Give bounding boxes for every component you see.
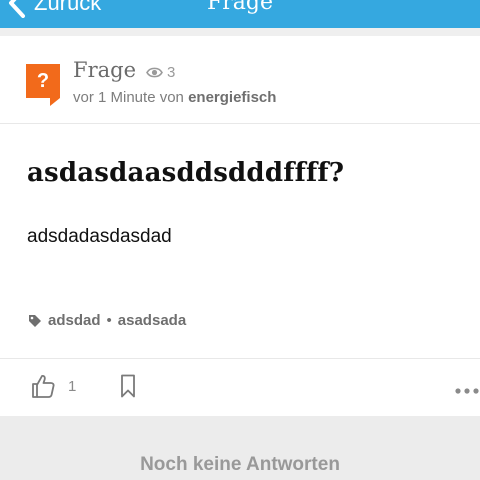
no-answers-label: Noch keine Antworten	[140, 454, 340, 475]
answers-section: Noch keine Antworten	[0, 416, 480, 480]
question-author[interactable]: energiefisch	[188, 89, 276, 106]
view-count: 3	[146, 64, 175, 81]
question-meta: vor 1 Minute von energiefisch	[73, 89, 276, 106]
view-count-value: 3	[167, 64, 176, 81]
question-title: asdasdaasddsdddffff?	[27, 158, 345, 188]
top-separator	[0, 28, 480, 36]
bookmark-button[interactable]	[120, 374, 136, 403]
like-button[interactable]: 1	[30, 373, 76, 399]
like-count: 1	[68, 377, 77, 395]
question-body: adsdadasdasdad	[27, 226, 172, 247]
tag-icon	[29, 314, 41, 327]
eye-icon	[146, 67, 163, 78]
question-category-label: Frage	[73, 58, 136, 82]
tag-list: adsdad • asadsada	[28, 312, 186, 329]
question-category-icon: ?	[26, 64, 60, 106]
tag-separator: •	[106, 312, 112, 329]
navigation-bar: Zurück Frage	[0, 0, 480, 28]
more-options-button[interactable]	[454, 382, 480, 400]
bookmark-icon	[121, 374, 135, 398]
divider	[0, 358, 480, 359]
tag-item[interactable]: asadsada	[118, 312, 186, 329]
question-card: ? Frage 3 vor 1 Minute von energiefisch …	[0, 36, 480, 416]
more-dots-icon	[455, 388, 479, 394]
page-title: Frage	[207, 0, 273, 15]
tag-item[interactable]: adsdad	[48, 312, 101, 329]
question-time: vor 1 Minute von	[73, 89, 184, 106]
divider	[0, 123, 480, 124]
thumbs-up-icon	[32, 375, 55, 398]
